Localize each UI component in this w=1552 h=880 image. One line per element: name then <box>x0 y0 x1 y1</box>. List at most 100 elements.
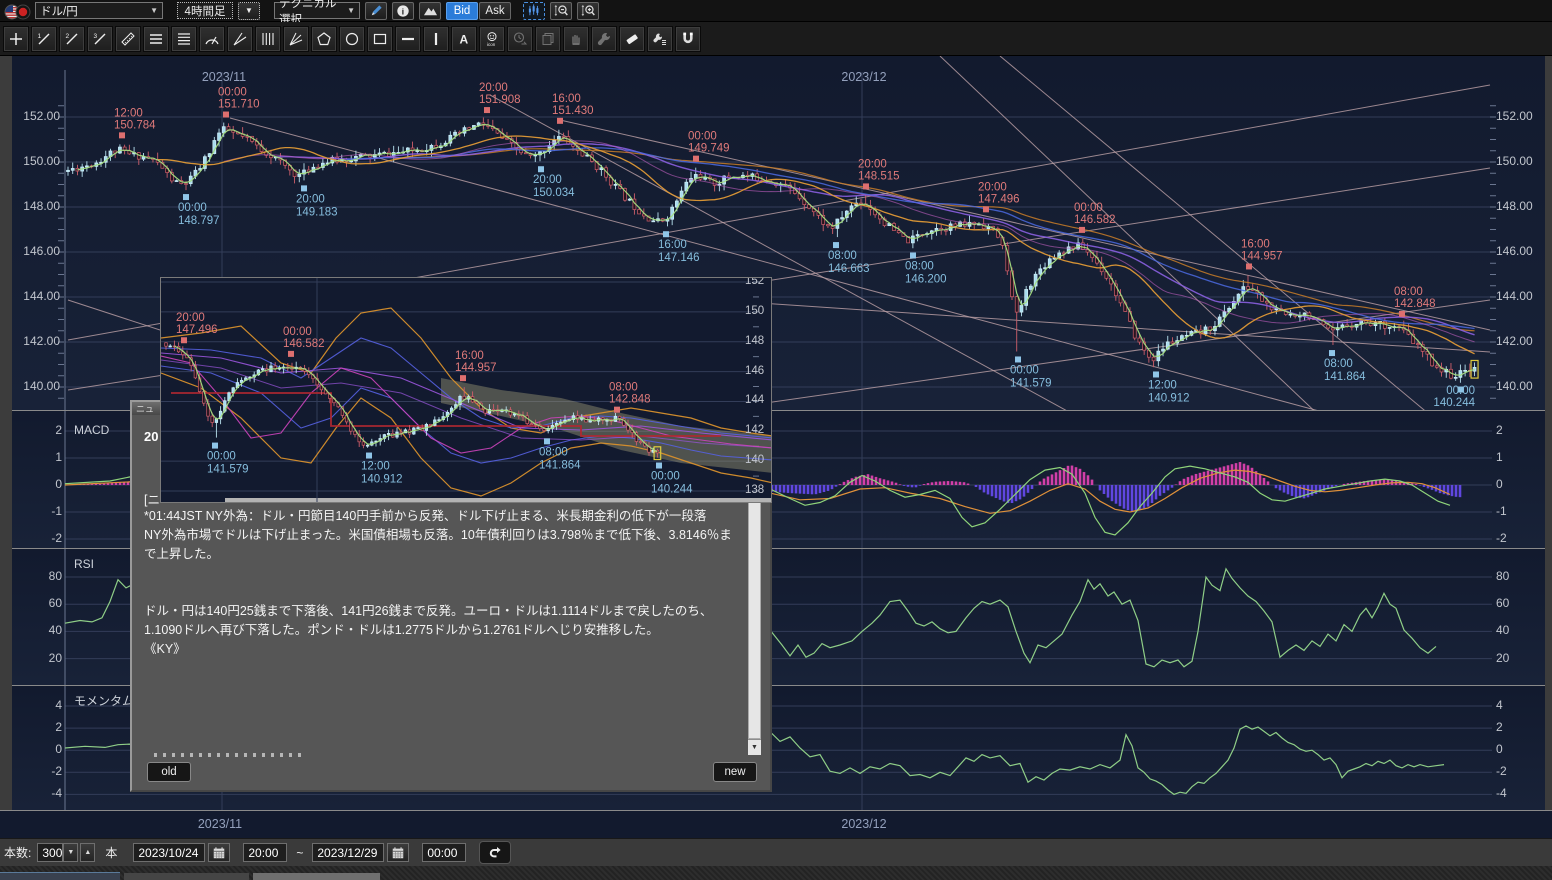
vertical-lines-tool[interactable] <box>255 26 281 52</box>
count-decrease-button[interactable]: ▼ <box>63 843 78 862</box>
to-date-input[interactable]: 2023/12/29 <box>312 843 384 862</box>
macd-histogram-bar <box>1203 472 1206 485</box>
multi-lines-tool-icon <box>176 31 192 47</box>
annotation-label: 08:00 <box>1324 358 1353 370</box>
technical-select[interactable]: テクニカル選択 ▼ <box>274 2 360 19</box>
macd-histogram-bar <box>1183 479 1186 485</box>
timeframe-select[interactable]: 4時間足 <box>177 2 233 19</box>
zoom-in-button[interactable] <box>577 2 599 20</box>
icon-stamp-tool[interactable]: icon <box>479 26 505 52</box>
history-tool[interactable] <box>507 26 533 52</box>
multi-lines-tool[interactable] <box>171 26 197 52</box>
trendline[interactable] <box>715 300 1490 352</box>
fan-lines-tool[interactable] <box>227 26 253 52</box>
low-marker <box>663 231 669 237</box>
trendline-2-tool[interactable]: 2 <box>59 26 85 52</box>
hand-tool[interactable] <box>563 26 589 52</box>
trendline[interactable] <box>940 56 1345 410</box>
indicator-axis-label: 40 <box>22 623 62 637</box>
old-button[interactable]: old <box>147 762 191 782</box>
y-axis-label: 148.00 <box>1496 199 1533 213</box>
vertical-line-tool[interactable] <box>423 26 449 52</box>
candle-body <box>387 433 390 434</box>
trendline[interactable] <box>1000 56 1460 410</box>
timeframe-dropdown-button[interactable]: ▼ <box>238 2 260 20</box>
macd-histogram-bar <box>795 485 798 493</box>
to-time-input[interactable]: 00:00 <box>422 843 466 862</box>
info-button[interactable]: i <box>392 2 414 20</box>
gauge-tool[interactable] <box>199 26 225 52</box>
y-axis-label: 144.00 <box>1496 289 1533 303</box>
macd-histogram-bar <box>967 484 970 485</box>
copy-tool[interactable] <box>535 26 561 52</box>
pair-select[interactable]: ドル/円 ▼ <box>35 2 163 19</box>
date-label: 2023/11 <box>194 70 254 84</box>
chevron-down-icon: ▼ <box>245 6 253 15</box>
trendline-1-tool[interactable]: 1 <box>31 26 57 52</box>
ruler-tool[interactable] <box>115 26 141 52</box>
area-chart-button[interactable] <box>419 2 441 20</box>
indicator-axis-label: -2 <box>1496 764 1507 778</box>
news-scrollbar[interactable]: ▼ <box>748 493 761 755</box>
annotation-label: 20:00 <box>533 174 562 186</box>
rectangle-tool[interactable] <box>367 26 393 52</box>
news-scrollbar-thumb[interactable] <box>748 493 761 739</box>
from-date-calendar-button[interactable] <box>208 843 230 862</box>
annotation-label: 00:00 <box>178 202 207 214</box>
x-axis-strip: 2023/112023/12 <box>0 810 1552 839</box>
candle-body <box>1152 357 1155 361</box>
annotation-label: 20:00 <box>858 158 887 170</box>
macd-histogram-bar <box>1143 485 1146 508</box>
scroll-down-button[interactable]: ▼ <box>748 740 761 755</box>
y-axis-label: 152.00 <box>1496 109 1533 123</box>
macd-histogram-bar <box>1059 470 1062 485</box>
trendline-3-tool[interactable]: 3 <box>87 26 113 52</box>
indicator-axis-label: 1 <box>1496 450 1503 464</box>
count-increase-button[interactable]: ▲ <box>80 843 95 862</box>
high-marker <box>614 407 620 413</box>
taskbar-tab[interactable] <box>253 873 380 880</box>
to-date-calendar-button[interactable] <box>387 843 409 862</box>
taskbar-tab[interactable] <box>124 873 249 880</box>
eraser-tool[interactable] <box>619 26 645 52</box>
from-time-value: 20:00 <box>248 846 278 860</box>
y-axis-label: 148.00 <box>10 199 60 213</box>
annotation-label: 20:00 <box>978 181 1007 193</box>
zoom-out-button[interactable] <box>550 2 572 20</box>
svg-text:1: 1 <box>38 33 42 40</box>
wrench-tool[interactable] <box>591 26 617 52</box>
bid-button[interactable]: Bid <box>446 2 478 20</box>
parallel-lines-tool[interactable] <box>143 26 169 52</box>
reset-range-button[interactable] <box>479 841 511 864</box>
pentagon-tool[interactable] <box>311 26 337 52</box>
horizontal-line-tool[interactable] <box>395 26 421 52</box>
magnet-tool[interactable] <box>675 26 701 52</box>
macd-histogram-bar <box>951 481 954 485</box>
indicator-axis-label: 4 <box>1496 698 1503 712</box>
bar-count-input[interactable]: 300 <box>37 843 63 862</box>
bid-label: Bid <box>454 5 471 17</box>
macd-histogram-bar <box>1027 485 1030 493</box>
annotation-label: 141.864 <box>539 459 581 471</box>
annotation-label: 148.797 <box>178 215 220 227</box>
high-marker <box>693 156 699 162</box>
zoom-chart-window[interactable]: 20:00147.49600:00141.57900:00146.58212:0… <box>160 277 772 503</box>
candle-body <box>1435 366 1438 367</box>
ellipse-tool[interactable] <box>339 26 365 52</box>
low-marker <box>544 438 550 444</box>
draw-pencil-button[interactable] <box>365 2 387 20</box>
from-time-input[interactable]: 20:00 <box>243 843 287 862</box>
chart-style-button[interactable] <box>523 2 545 20</box>
annotation-label: 00:00 <box>1446 385 1475 397</box>
from-date-input[interactable]: 2023/10/24 <box>133 843 205 862</box>
taskbar-tab[interactable] <box>0 872 120 880</box>
horizontal-line-tool-icon <box>400 31 416 47</box>
crosshair-tool[interactable] <box>3 26 29 52</box>
ask-button[interactable]: Ask <box>479 2 511 20</box>
macd-histogram-bar <box>1219 467 1222 485</box>
chevron-down-icon: ▼ <box>144 6 158 15</box>
gann-fan-tool[interactable] <box>283 26 309 52</box>
new-button[interactable]: new <box>713 762 757 782</box>
text-tool[interactable]: A <box>451 26 477 52</box>
settings-list-tool[interactable] <box>647 26 673 52</box>
